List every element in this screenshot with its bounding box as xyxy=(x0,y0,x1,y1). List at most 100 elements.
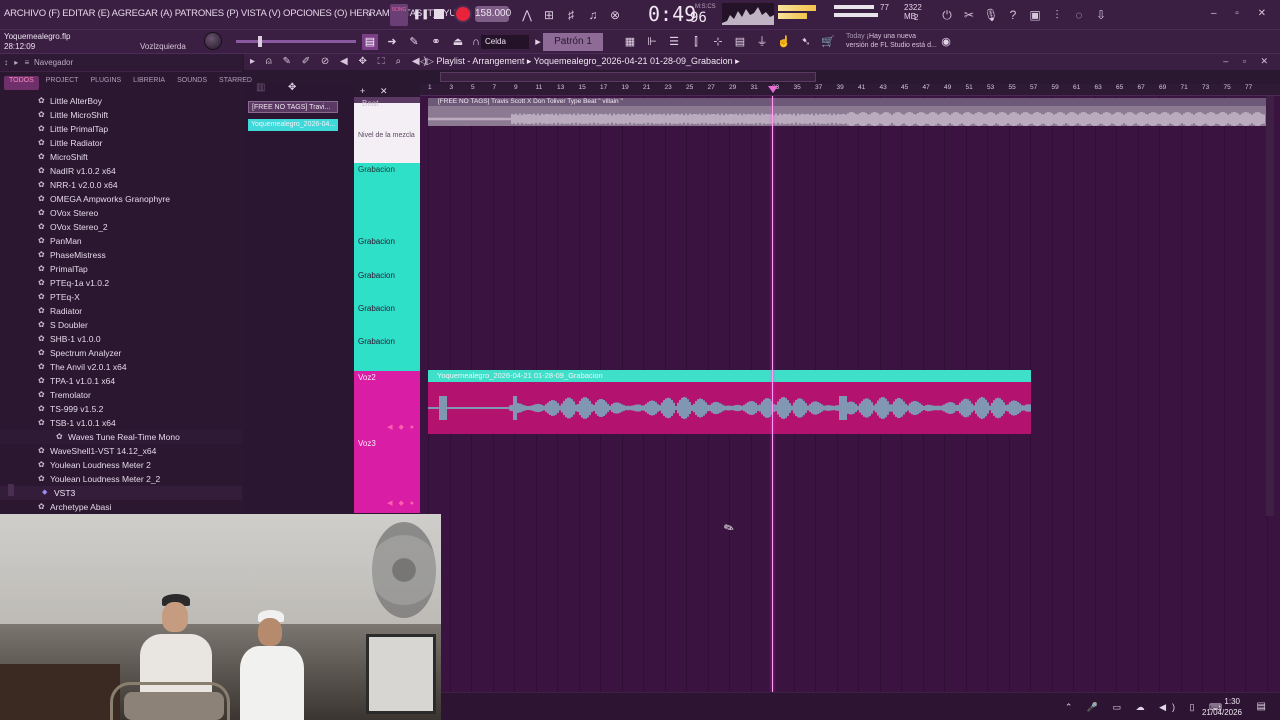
timeline-ruler[interactable]: 1 3 5 7 9 11 13 15 17 19 21 23 25 27 29 31 33 35 37 39 41 43 4… xyxy=(420,84,1280,96)
list-item[interactable]: OMEGA Ampworks Granophyre xyxy=(0,192,242,206)
wire-icon[interactable]: ➷ xyxy=(798,34,814,50)
playlist-icon[interactable]: ▦ xyxy=(622,34,638,50)
add-track-icon[interactable]: + xyxy=(360,86,365,96)
audio-clip-beat[interactable]: [FREE NO TAGS] Travis Scott X Don Tolive… xyxy=(428,98,1266,126)
playlist-play-icon[interactable]: ◁▷ xyxy=(420,56,436,66)
wait-record-icon[interactable]: ⊞ xyxy=(540,6,558,24)
playhead-line[interactable] xyxy=(772,96,773,692)
list-item[interactable]: OVox Stereo xyxy=(0,206,242,220)
list-item[interactable]: TPA-1 v1.0.1 x64 xyxy=(0,374,242,388)
list-item[interactable]: PrimalTap xyxy=(0,262,242,276)
list-item[interactable]: WaveShell1-VST 14.12_x64 xyxy=(0,444,242,458)
channel-rack-icon[interactable]: ☰ xyxy=(666,34,682,50)
list-item[interactable]: S Doubler xyxy=(0,318,242,332)
list-item[interactable]: The Anvil v2.0.1 x64 xyxy=(0,360,242,374)
clock-time[interactable]: 1:30 xyxy=(1224,697,1240,706)
blend-notes-icon[interactable]: ⊗ xyxy=(606,6,624,24)
mixer-view-icon[interactable]: ⫿ xyxy=(688,34,704,50)
picker-tools-icon[interactable]: ▥ xyxy=(256,82,265,93)
track-header-grabacion[interactable]: Grabacion Grabacion Grabacion Grabacion … xyxy=(354,163,420,371)
step-edit-icon[interactable]: ♫ xyxy=(584,6,602,24)
list-item[interactable]: Little MicroShift xyxy=(0,108,242,122)
list-item[interactable]: Radiator xyxy=(0,304,242,318)
globe-icon[interactable]: ◉ xyxy=(938,34,954,50)
tempo-display[interactable]: 158.000 xyxy=(475,6,511,22)
window-controls[interactable]: – ▫ ✕ xyxy=(1211,8,1274,19)
list-item[interactable]: PanMan xyxy=(0,234,242,248)
playlist-window-controls[interactable]: – ▫ ✕ xyxy=(1223,56,1274,67)
mixer-icon[interactable]: ⫶ xyxy=(1048,6,1066,24)
cart-icon[interactable]: 🛒 xyxy=(820,34,836,50)
list-item[interactable]: TS-999 v1.5.2 xyxy=(0,402,242,416)
record-button[interactable] xyxy=(456,7,470,21)
browser-icon[interactable]: ⊹ xyxy=(710,34,726,50)
list-item[interactable]: Youlean Loudness Meter 2 xyxy=(0,458,242,472)
list-item[interactable]: Spectrum Analyzer xyxy=(0,346,242,360)
list-item[interactable]: SHB-1 v1.0.0 xyxy=(0,332,242,346)
track-mute-icon[interactable]: ◀ ◆ ● xyxy=(387,423,416,431)
list-item[interactable]: NadIR v1.0.2 x64 xyxy=(0,164,242,178)
pause-button[interactable]: ❚❚ xyxy=(412,6,430,24)
track-header-beat[interactable]: Beat Nivel de la mezcla xyxy=(354,97,420,163)
list-item[interactable]: Archetype Abasi xyxy=(0,500,242,514)
news-panel[interactable]: Today ¡Hay una nueva versión de FL Studi… xyxy=(846,32,937,50)
folder-vst3[interactable]: VST3 xyxy=(0,486,242,500)
track-header-voz2[interactable]: Voz2 ◀ ◆ ● xyxy=(354,371,420,437)
playlist-view-icon[interactable]: ▤ xyxy=(362,34,378,50)
playlist-vertical-scrollbar[interactable] xyxy=(1266,96,1274,516)
countdown-icon[interactable]: ♯ xyxy=(562,6,580,24)
microphone-icon[interactable]: 🎙 xyxy=(982,6,1000,24)
playlist-area[interactable]: [FREE NO TAGS] Travis Scott X Don Tolive… xyxy=(420,96,1280,692)
link-icon[interactable]: ⚭ xyxy=(428,34,444,50)
metronome-icon[interactable]: ⋀ xyxy=(518,6,536,24)
list-item[interactable]: Waves Tune Real-Time Mono xyxy=(0,430,242,444)
list-item[interactable]: NRR-1 v2.0.0 x64 xyxy=(0,178,242,192)
tab-sounds[interactable]: SOUNDS xyxy=(172,76,212,90)
list-item[interactable]: Little PrimalTap xyxy=(0,122,242,136)
piano-roll-icon[interactable]: ⊩ xyxy=(644,34,660,50)
audio-clip-recording[interactable]: Yoquemealegro_2026-04-21 01-28-09_Grabac… xyxy=(428,370,1031,434)
list-item[interactable]: Tremolator xyxy=(0,388,242,402)
pencil-icon[interactable]: ✎ xyxy=(406,34,422,50)
list-item[interactable]: Youlean Loudness Meter 2_2 xyxy=(0,472,242,486)
tab-libreria[interactable]: LIBRERIA xyxy=(128,76,170,90)
power-icon[interactable]: ⏻ xyxy=(938,6,956,24)
notification-icon[interactable]: ▤ xyxy=(1257,701,1266,712)
clock-date[interactable]: 21/04/2026 xyxy=(1202,708,1242,717)
help-icon[interactable]: ? xyxy=(1004,6,1022,24)
tab-project[interactable]: PROJECT xyxy=(41,76,84,90)
tab-todos[interactable]: TODOS xyxy=(4,76,39,90)
chat-icon[interactable]: ◌ xyxy=(1070,6,1088,24)
list-item[interactable]: PhaseMistress xyxy=(0,248,242,262)
picker-clip-recording[interactable]: Yoquemealegro_2026-04... xyxy=(248,119,338,131)
browser-nav-arrows-icon[interactable]: ↕ ▸ ≡ xyxy=(4,54,31,72)
stamp-icon[interactable]: ⏏ xyxy=(450,34,466,50)
picker-clip-beat[interactable]: [FREE NO TAGS] Travi... xyxy=(248,101,338,113)
tab-plugins[interactable]: PLUGINS xyxy=(85,76,126,90)
snap-selector[interactable]: Celda xyxy=(481,35,529,49)
arrow-right-icon[interactable]: ➜ xyxy=(384,34,400,50)
plugin-db-icon[interactable]: ▤ xyxy=(732,34,748,50)
song-position-time[interactable]: 0:49 xyxy=(648,2,696,26)
master-pitch-slider[interactable] xyxy=(236,36,356,47)
playlist-horizontal-scrollbar[interactable] xyxy=(440,72,816,82)
browser-scroll-handle[interactable] xyxy=(8,484,14,496)
save-icon[interactable]: ▣ xyxy=(1026,6,1044,24)
list-item[interactable]: PTEq-X xyxy=(0,290,242,304)
playhead-marker-icon[interactable] xyxy=(768,86,778,93)
download-icon[interactable]: ⇩ xyxy=(1092,6,1110,24)
move-icon[interactable]: ✥ xyxy=(288,82,296,93)
list-item[interactable]: MicroShift xyxy=(0,150,242,164)
song-pattern-toggle[interactable]: SONG xyxy=(390,4,408,26)
cut-icon[interactable]: ✂ xyxy=(960,6,978,24)
list-item[interactable]: PTEq-1a v1.0.2 xyxy=(0,276,242,290)
playlist-tools[interactable]: ▸ ⍝ ✎ ✐ ⊘ ◀ ✥ ⛶ ⌕ ◀) xyxy=(250,56,431,67)
stop-button[interactable] xyxy=(434,9,444,19)
list-item[interactable]: Little AlterBoy xyxy=(0,94,242,108)
master-volume-knob[interactable] xyxy=(204,32,222,50)
plug-icon[interactable]: ⏚ xyxy=(754,34,770,50)
list-item[interactable]: OVox Stereo_2 xyxy=(0,220,242,234)
touch-icon[interactable]: ☝ xyxy=(776,34,792,50)
metronome-knob-icon[interactable]: ◔ xyxy=(360,6,378,24)
pattern-selector[interactable]: Patrón 1 xyxy=(543,33,603,51)
